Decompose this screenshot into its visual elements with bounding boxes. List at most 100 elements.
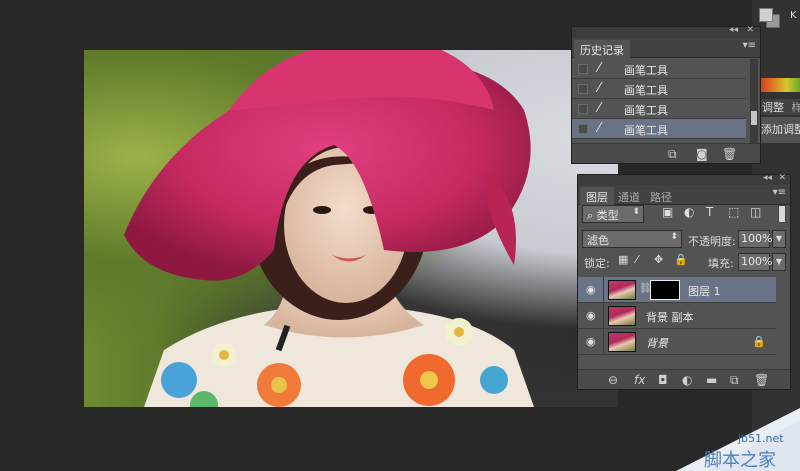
fill-dropdown-button[interactable]: ▼ (772, 253, 786, 271)
panel-menu-icon[interactable]: ▾≡ (743, 40, 756, 51)
trash-icon[interactable]: 🗑 (722, 147, 737, 161)
layer-thumbnail (608, 280, 636, 300)
brush-icon: ⁄ (598, 101, 601, 116)
collapse-icon[interactable]: ◂◂ (729, 25, 738, 35)
collapse-icon[interactable]: ◂◂ (763, 173, 772, 183)
tab-adjustments[interactable]: 调整 样 (760, 99, 800, 115)
layer-row-background-copy[interactable]: ◉ 背景 副本 (578, 303, 776, 329)
lock-position-icon[interactable]: ✥ (654, 253, 663, 266)
folder-icon[interactable]: ▬ (706, 373, 717, 387)
layer-filter-select[interactable]: ⌕ 类型 ⬍ (582, 205, 644, 223)
lock-label: 锁定: (584, 257, 610, 270)
history-panel-topbar: ◂◂ ✕ (572, 25, 760, 38)
history-item[interactable]: ⁄ 画笔工具 (572, 79, 746, 99)
layers-panel-topbar: ◂◂ ✕ (578, 173, 790, 185)
lock-image-pixels-icon[interactable]: ⁄ (636, 253, 638, 266)
fill-label: 填充: (708, 257, 734, 270)
history-item-label: 画笔工具 (624, 64, 668, 77)
search-icon: ⌕ (587, 209, 597, 222)
eye-icon: ◉ (586, 283, 596, 296)
document-canvas[interactable] (84, 50, 618, 407)
history-item[interactable]: ⁄ 画笔工具 (572, 59, 746, 79)
scrollbar-thumb[interactable] (751, 111, 757, 125)
add-mask-icon[interactable]: ◘ (658, 373, 668, 387)
layer-name: 背景 (646, 337, 668, 350)
lock-transparent-pixels-icon[interactable]: ▦ (618, 253, 628, 266)
brush-icon: ⁄ (598, 61, 601, 76)
adjustment-layer-icon[interactable]: ◐ (682, 373, 692, 387)
lock-icon: 🔒 (752, 335, 766, 348)
blend-mode-select[interactable]: 滤色 ⬍ (582, 230, 682, 248)
watermark-url: jb51.net (738, 432, 784, 445)
snapshot-checkbox[interactable] (578, 104, 588, 114)
opacity-label: 不透明度: (688, 235, 736, 248)
add-adjustment-label: 添加调整 (760, 117, 800, 143)
updown-arrow-icon: ⬍ (670, 232, 678, 242)
lock-all-icon[interactable]: 🔒 (674, 253, 688, 266)
smart-object-filter-icon[interactable]: ◫ (750, 205, 761, 219)
tab-layers[interactable]: 图层 (580, 187, 614, 205)
brush-icon: ⁄ (598, 81, 601, 96)
layer-name: 图层 1 (688, 285, 721, 298)
camera-icon[interactable]: ◙ (696, 147, 708, 161)
opacity-dropdown-button[interactable]: ▼ (772, 230, 786, 248)
blend-mode-value: 滤色 (587, 234, 609, 247)
layer-name: 背景 副本 (646, 311, 694, 324)
layer-thumbnail (608, 306, 636, 326)
layer-row-background[interactable]: ◉ 背景 🔒 (578, 329, 776, 355)
adjustment-filter-icon[interactable]: ◐ (684, 205, 694, 219)
eye-icon: ◉ (586, 309, 596, 322)
visibility-toggle[interactable]: ◉ (578, 329, 604, 355)
tab-adjustments-label: 调整 (762, 101, 784, 114)
opacity-input[interactable]: 100% (738, 230, 772, 248)
history-item-label: 画笔工具 (624, 104, 668, 117)
visibility-toggle[interactable]: ◉ (578, 277, 604, 303)
close-icon[interactable]: ✕ (746, 25, 754, 35)
history-item[interactable]: ⁄ 画笔工具 (572, 99, 746, 119)
k-channel-label: K (790, 10, 797, 21)
layers-tabbar: 图层 通道 路径 ▾≡ (578, 185, 790, 205)
filter-kind-value: 类型 (596, 209, 619, 222)
history-list: ⁄ 画笔工具 ⁄ 画笔工具 ⁄ 画笔工具 ⁄ 画笔工具 (572, 59, 760, 143)
snapshot-checkbox[interactable] (578, 64, 588, 74)
watermark-text: 脚本之家 (704, 450, 776, 471)
history-tabbar: 历史记录 ▾≡ (572, 38, 760, 58)
shape-filter-icon[interactable]: ⬚ (728, 205, 739, 219)
color-ramp[interactable] (760, 78, 800, 92)
history-panel: ◂◂ ✕ 历史记录 ▾≡ ⁄ 画笔工具 ⁄ 画笔工具 ⁄ 画笔工具 ⁄ 画笔工具 (571, 25, 761, 164)
layer-list: ◉ ⛓ 图层 1 ◉ 背景 副本 ◉ 背景 🔒 (578, 277, 790, 367)
layer-thumbnail (608, 332, 636, 352)
snapshot-checkbox[interactable] (578, 124, 588, 134)
panel-menu-icon[interactable]: ▾≡ (773, 187, 786, 198)
tab-styles-label: 样 (791, 101, 800, 114)
history-footer: ⧉ ◙ 🗑 (572, 143, 760, 163)
link-layers-icon[interactable]: ⊖ (608, 373, 618, 387)
history-item-label: 画笔工具 (624, 84, 668, 97)
tab-paths[interactable]: 路径 (644, 187, 678, 205)
pixel-filter-icon[interactable]: ▣ (662, 205, 673, 219)
layer-mask-thumbnail[interactable] (650, 280, 680, 300)
layers-footer: ⊖ fx ◘ ◐ ▬ ⧉ 🗑 (578, 369, 790, 389)
fill-input[interactable]: 100% (738, 253, 772, 271)
new-document-from-state-icon[interactable]: ⧉ (668, 147, 677, 162)
foreground-color-swatch[interactable] (759, 8, 773, 22)
history-scrollbar[interactable] (750, 59, 758, 143)
layers-panel: ◂◂ ✕ 图层 通道 路径 ▾≡ ⌕ 类型 ⬍ ▣ ◐ T ⬚ ◫ 滤色 ⬍ 不… (577, 173, 791, 390)
tab-channels[interactable]: 通道 (612, 187, 646, 205)
history-item-label: 画笔工具 (624, 124, 668, 137)
layer-row-layer-1[interactable]: ◉ ⛓ 图层 1 (578, 277, 776, 303)
fx-icon[interactable]: fx (634, 373, 645, 387)
updown-arrow-icon: ⬍ (632, 207, 640, 217)
brush-icon: ⁄ (598, 121, 601, 136)
filter-toggle[interactable] (778, 205, 786, 223)
close-icon[interactable]: ✕ (778, 173, 786, 183)
visibility-toggle[interactable]: ◉ (578, 303, 604, 329)
tab-history[interactable]: 历史记录 (574, 40, 630, 58)
eye-icon: ◉ (586, 335, 596, 348)
trash-icon[interactable]: 🗑 (754, 373, 769, 387)
new-layer-icon[interactable]: ⧉ (730, 373, 739, 388)
photo-woman-in-hat (124, 50, 534, 407)
history-item-selected[interactable]: ⁄ 画笔工具 (572, 119, 746, 139)
type-filter-icon[interactable]: T (706, 205, 713, 219)
snapshot-checkbox[interactable] (578, 84, 588, 94)
